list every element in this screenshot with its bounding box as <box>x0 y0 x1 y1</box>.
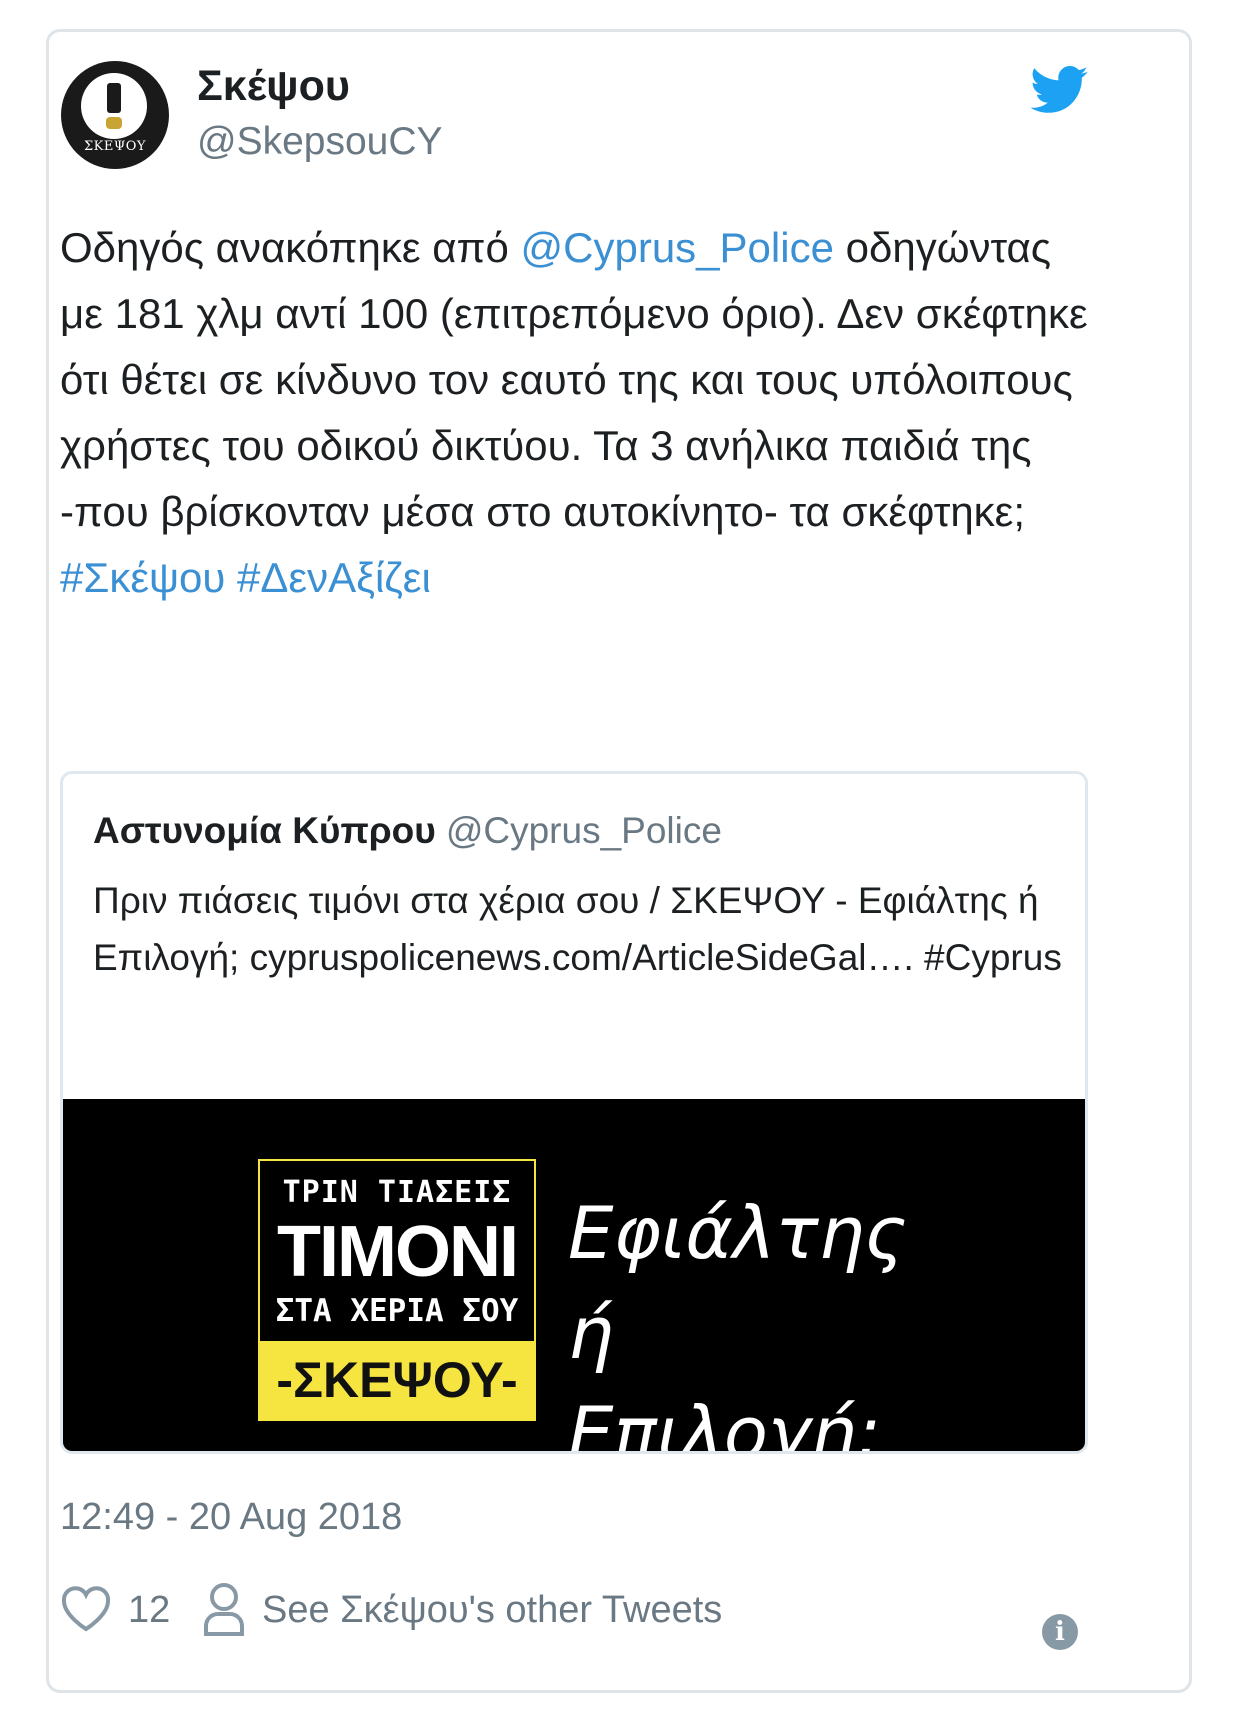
cyprus-police-mention-link[interactable]: @Cyprus_Police <box>521 224 834 271</box>
quoted-tweet-image[interactable]: ΤΡΙΝ ΤΙΑΣΕΙΣ ΤΙΜΟΝΙ ΣΤΑ ΧΕΡΙΑ ΣΟΥ -ΣΚΕΨΟ… <box>63 1099 1085 1451</box>
logo-line-3: ΣΤΑ ΧΕΡΙΑ ΣΟΥ <box>275 1293 519 1329</box>
person-icon[interactable] <box>202 1582 246 1636</box>
quoted-tweet-text: Πριν πιάσεις τιμόνι στα χέρια σου / ΣΚΕΨ… <box>93 880 1062 978</box>
author-name[interactable]: Σκέψου <box>197 62 350 111</box>
quoted-tweet-header: Αστυνομία Κύπρου @Cyprus_Police <box>93 810 722 852</box>
avatar-label: ΣΚΕΨΟΥ <box>83 139 147 154</box>
logo-line-2: ΤΙΜΟΝΙ <box>277 1212 519 1292</box>
avatar[interactable]: ΣΚΕΨΟΥ <box>61 61 169 169</box>
exclamation-dot-icon <box>106 117 122 129</box>
see-other-tweets-link[interactable]: See Σκέψου's other Tweets <box>262 1582 722 1638</box>
author-handle[interactable]: @SkepsouCY <box>197 120 443 164</box>
quoted-author-name: Αστυνομία Κύπρου <box>93 810 436 851</box>
hashtag-denaxizei-link[interactable]: #ΔενΑξίζει <box>237 554 431 601</box>
exclamation-mark-icon <box>107 83 121 113</box>
campaign-slogan: Εφιάλτης ή Επιλογή; <box>568 1191 907 1454</box>
tweet-actions: 12 See Σκέψου's other Tweets <box>60 1582 1100 1638</box>
campaign-logo: ΤΡΙΝ ΤΙΑΣΕΙΣ ΤΙΜΟΝΙ ΣΤΑ ΧΕΡΙΑ ΣΟΥ -ΣΚΕΨΟ… <box>258 1159 536 1421</box>
quoted-tweet[interactable]: Αστυνομία Κύπρου @Cyprus_Police Πριν πιάσ… <box>60 771 1088 1454</box>
info-icon[interactable]: i <box>1042 1614 1078 1650</box>
logo-line-1: ΤΡΙΝ ΤΙΑΣΕΙΣ <box>282 1175 512 1210</box>
tweet-timestamp-link[interactable]: 12:49 - 20 Aug 2018 <box>60 1496 402 1539</box>
like-count[interactable]: 12 <box>128 1582 170 1638</box>
heart-icon[interactable] <box>60 1584 112 1632</box>
tweet-text: Οδηγός ανακόπηκε από @Cyprus_Police οδηγ… <box>60 215 1100 611</box>
tweet-text-part1: Οδηγός ανακόπηκε από <box>60 224 521 271</box>
quoted-author-handle: @Cyprus_Police <box>445 810 722 851</box>
hashtag-skepsou-link[interactable]: #Σκέψου <box>60 554 225 601</box>
twitter-bird-icon[interactable] <box>1030 66 1088 114</box>
logo-line-4: -ΣΚΕΨΟΥ- <box>260 1341 534 1419</box>
